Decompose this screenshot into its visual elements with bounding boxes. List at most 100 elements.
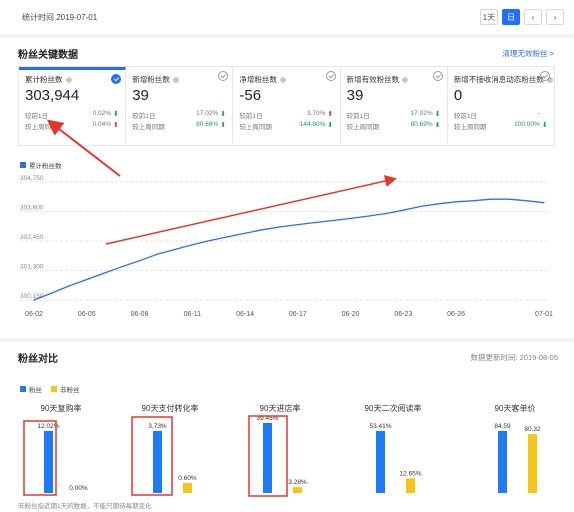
chevron-right-icon[interactable]: › (546, 9, 564, 25)
arrow-down-icon: ⬇ (434, 122, 441, 129)
y-tick-label: 301,300 (20, 264, 44, 271)
metric-card[interactable]: 净增粉丝数 -56 较前1日 3.70% ⬆ 较上周同期 144.80% ⬇ (233, 67, 341, 145)
update-time: 数据更新时间: 2019-08-05 (470, 353, 558, 362)
data-point (385, 212, 387, 215)
metric-card[interactable]: 新增粉丝数 39 较前1日 17.02% ⬇ 较上周同期 80.69% ⬇ (126, 67, 234, 145)
bar-chart: 12.02% 0.00% 3.73% 0.60% 39.45% 3.28% 53.41% 12… (37, 415, 541, 493)
compare-category-title: 90天进店率 (259, 404, 301, 413)
metric-label: 新增粉丝数 (132, 75, 170, 84)
clean-invalid-fans-link[interactable]: 清理无效粉丝 > (503, 48, 554, 59)
arrow-down-icon: ⬇ (541, 122, 548, 129)
metric-row-week: 较上周同期 80.69% ⬇ (132, 121, 232, 131)
metric-row-value: 144.80% (299, 121, 326, 128)
x-tick-label: 06-23 (394, 311, 412, 318)
bar-fan (153, 431, 162, 493)
data-point (367, 215, 369, 217)
metric-row-day: 较前1日 3.70% ⬆ (239, 110, 339, 120)
x-tick-label: 06-20 (342, 311, 360, 318)
stat-time: 统计时间 2019-07-01 (22, 13, 98, 22)
data-point (525, 200, 528, 202)
legend-swatch-fan (20, 386, 26, 392)
check-icon[interactable] (540, 71, 551, 81)
y-tick-label: 303,600 (20, 205, 44, 212)
range-1day-button[interactable]: 1天 (480, 9, 498, 25)
check-icon[interactable] (325, 71, 336, 81)
metric-value: 303,944 (25, 87, 80, 104)
data-point (86, 278, 88, 281)
arrow-down-icon: ⬇ (220, 122, 227, 129)
data-point (174, 248, 176, 251)
x-tick-label: 06-05 (78, 311, 96, 318)
data-point (455, 201, 457, 203)
arrow-down-icon: ⬇ (327, 122, 334, 129)
range-day-button[interactable]: 日 (502, 9, 520, 25)
metric-row-label: 较前1日 (132, 113, 156, 120)
data-point (33, 299, 35, 301)
data-point (121, 266, 123, 268)
metric-card[interactable]: 新增不接收消息动态粉丝数 0 较前1日 - 较上周同期 100.00% ⬇ (448, 67, 554, 145)
check-icon[interactable] (432, 71, 443, 81)
y-tick-label: 304,750 (20, 175, 44, 182)
data-point (138, 260, 141, 262)
arrow-down-icon: ⬇ (434, 111, 441, 118)
arrow-down-icon: ⬇ (220, 111, 227, 118)
metric-row-value: 3.70% (306, 110, 326, 117)
bar-nonfan (293, 487, 302, 493)
data-point (402, 209, 404, 211)
data-point (156, 253, 158, 255)
bar-label-nonfan: 12.65% (399, 470, 421, 477)
metric-row-value: 80.69% (196, 121, 219, 128)
data-point (279, 226, 281, 228)
compare-category-title: 90天复购率 (40, 404, 82, 413)
arrow-up-icon: ⬆ (327, 111, 334, 118)
metric-row-label: 较上周同期 (132, 124, 165, 131)
metric-label: 新增有效粉丝数 (346, 75, 400, 84)
chevron-left-icon[interactable]: ‹ (524, 9, 542, 25)
legend-swatch-nonfan (51, 386, 57, 392)
data-point (543, 202, 545, 204)
metric-row-value: 17.02% (410, 110, 433, 117)
legend-label-fan: 粉丝 (29, 387, 42, 394)
date-controls: 1天 日 ‹ › (480, 9, 564, 25)
metric-value: -56 (239, 87, 262, 104)
x-tick-label: 06-14 (236, 311, 254, 318)
metric-row-value: 0.04% (92, 121, 111, 128)
metric-row-value: 0.02% (92, 110, 111, 117)
metric-row-value: 80.69% (410, 121, 433, 128)
bar-label-fan: 39.45% (256, 415, 278, 422)
legend-swatch (20, 162, 26, 168)
data-point (297, 223, 299, 226)
metric-row-day: 较前1日 - (454, 110, 554, 120)
metric-card[interactable]: 累计粉丝数 303,944 较前1日 0.02% ⬇ 较上周同期 0.04% ⬆ (19, 67, 127, 145)
footnote: 非粉丝指近期1天的数据，不能只期待每期变化 (18, 503, 152, 510)
metric-row-label: 较上周同期 (239, 124, 272, 131)
bar-fan (44, 431, 53, 493)
x-tick-label: 06-26 (447, 311, 465, 318)
data-point (490, 198, 492, 200)
section-title-compare: 粉丝对比 (18, 354, 58, 365)
legend-label: 累计粉丝数 (29, 163, 62, 170)
data-point (437, 203, 440, 205)
arrow-down-icon: ⬇ (113, 111, 119, 118)
metric-card[interactable]: 新增有效粉丝数 39 较前1日 17.02% ⬇ 较上周同期 80.69% ⬇ (341, 67, 448, 145)
bar-label-fan: 12.02% (37, 423, 59, 430)
data-point (244, 232, 246, 234)
metric-row-label: 较前1日 (25, 113, 49, 120)
metric-label: 净增粉丝数 (239, 75, 277, 84)
data-point (50, 292, 53, 294)
data-point (473, 200, 475, 202)
data-point (191, 244, 193, 246)
bar-label-nonfan: 80.32 (524, 426, 541, 433)
metric-row-day: 较前1日 0.02% ⬇ (25, 110, 125, 120)
info-icon (65, 76, 72, 83)
bar-nonfan (183, 483, 192, 493)
info-icon (279, 76, 286, 83)
metric-label: 新增不接收消息动态粉丝数 (453, 75, 544, 84)
divider (0, 34, 574, 38)
data-point (420, 205, 422, 207)
bar-label-fan: 3.73% (148, 423, 167, 430)
bar-nonfan (406, 478, 415, 493)
top-bar: 统计时间 2019-07-01 1天 日 ‹ › (0, 0, 574, 34)
data-point (349, 217, 352, 220)
metric-row-week: 较上周同期 144.80% ⬇ (239, 121, 339, 131)
